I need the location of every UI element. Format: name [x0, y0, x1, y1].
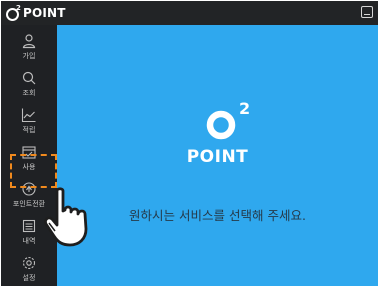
brand: 2 POINT [5, 5, 66, 21]
main-content: 2 POINT 원하시는 서비스를 선택해 주세요. [57, 25, 378, 286]
logo-superscript: 2 [239, 99, 251, 118]
chart-icon [21, 108, 36, 123]
gear-icon [22, 256, 36, 270]
brand-superscript: 2 [16, 4, 21, 12]
search-icon [22, 71, 36, 85]
menu-icon[interactable] [361, 6, 373, 18]
top-bar: 2 POINT [1, 1, 378, 25]
sidebar-item-label: 적립 [22, 126, 36, 134]
pointing-hand-icon [44, 187, 88, 247]
app-window: 2 POINT 가입 조회 적립 사용 포인트전환 내역 설정 2 POINT … [1, 1, 378, 286]
sidebar-item-label: 가입 [22, 52, 36, 60]
service-prompt: 원하시는 서비스를 선택해 주세요. [129, 208, 306, 223]
sidebar-item-label: 조회 [22, 89, 36, 97]
list-icon [22, 219, 36, 233]
user-icon [22, 34, 36, 49]
highlight-box [10, 154, 57, 188]
sidebar-item-signup[interactable]: 가입 [1, 29, 57, 65]
brand-logo-icon: 2 [5, 5, 21, 21]
brand-text: POINT [23, 6, 66, 20]
sidebar-item-earn[interactable]: 적립 [1, 103, 57, 139]
logo-text: POINT [186, 147, 249, 167]
sidebar-item-settings[interactable]: 설정 [1, 251, 57, 286]
sidebar-item-lookup[interactable]: 조회 [1, 66, 57, 102]
sidebar-item-label: 설정 [22, 274, 36, 282]
